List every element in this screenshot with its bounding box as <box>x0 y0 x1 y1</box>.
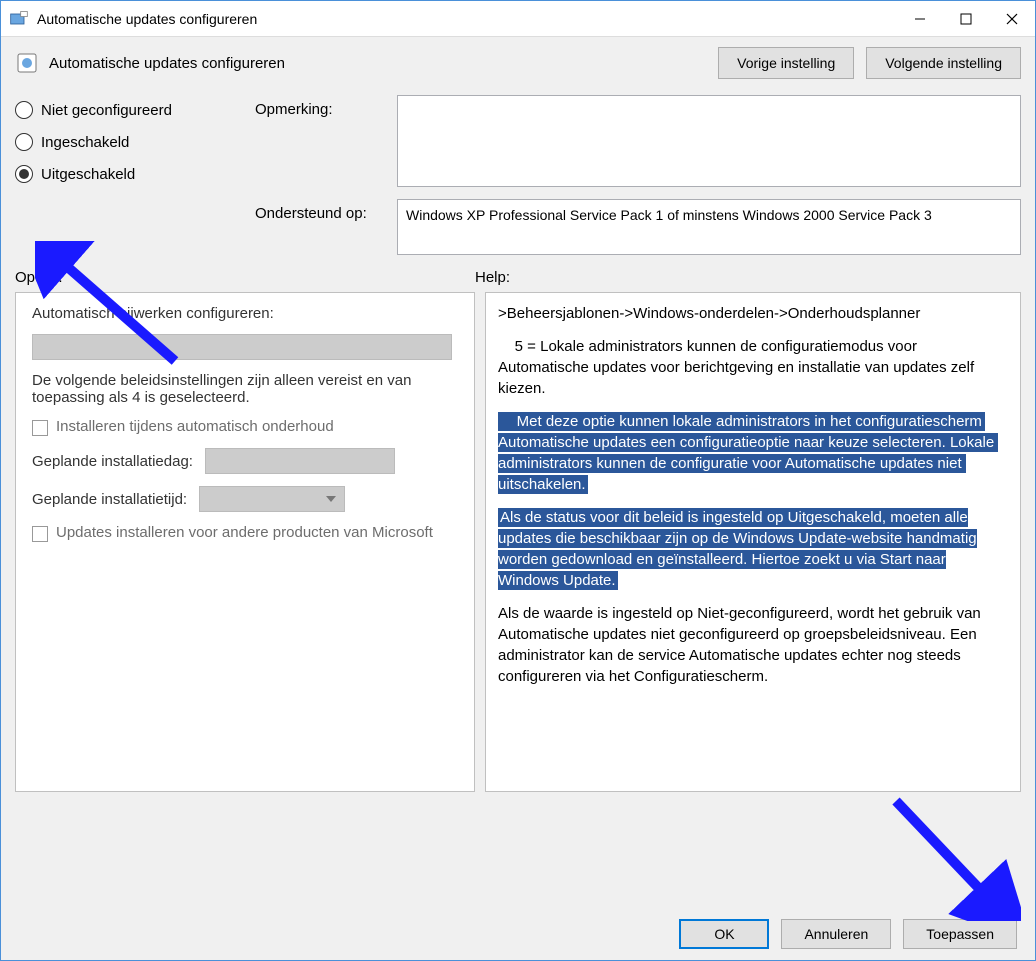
maximize-button[interactable] <box>943 3 989 35</box>
help-panel[interactable]: >Beheersjablonen->Windows-onderdelen->On… <box>485 292 1021 792</box>
help-para-5: 5 = Lokale administrators kunnen de conf… <box>498 336 1008 399</box>
supported-on-box: Windows XP Professional Service Pack 1 o… <box>397 199 1021 255</box>
radio-label: Ingeschakeld <box>41 134 129 151</box>
scheduled-day-select <box>205 448 395 474</box>
previous-setting-button[interactable]: Vorige instelling <box>718 47 854 79</box>
help-highlighted-1[interactable]: Met deze optie kunnen lokale administrat… <box>498 412 998 494</box>
radio-label: Uitgeschakeld <box>41 166 135 183</box>
help-breadcrumb: >Beheersjablonen->Windows-onderdelen->On… <box>498 303 1008 324</box>
other-products-checkbox: Updates installeren voor andere producte… <box>32 524 458 542</box>
configure-updates-select <box>32 334 452 360</box>
help-para-last: Als de waarde is ingesteld op Niet-gecon… <box>498 603 1008 687</box>
radio-enabled[interactable]: Ingeschakeld <box>15 133 255 151</box>
close-button[interactable] <box>989 3 1035 35</box>
help-section-label: Help: <box>475 269 510 286</box>
radio-not-configured[interactable]: Niet geconfigureerd <box>15 101 255 119</box>
checkbox-label: Installeren tijdens automatisch onderhou… <box>56 418 334 435</box>
options-panel[interactable]: Automatisch bijwerken configureren: De v… <box>15 292 475 792</box>
window-title: Automatische updates configureren <box>37 11 897 27</box>
next-setting-button[interactable]: Volgende instelling <box>866 47 1021 79</box>
options-section-label: Opties: <box>15 269 475 286</box>
cancel-button[interactable]: Annuleren <box>781 919 891 949</box>
radio-icon <box>15 101 33 119</box>
supported-on-text: Windows XP Professional Service Pack 1 o… <box>406 206 1012 225</box>
options-note: De volgende beleidsinstellingen zijn all… <box>32 372 458 406</box>
apply-button[interactable]: Toepassen <box>903 919 1017 949</box>
checkbox-icon <box>32 420 48 436</box>
titlebar: Automatische updates configureren <box>1 1 1035 37</box>
radio-disabled[interactable]: Uitgeschakeld <box>15 165 255 183</box>
comment-label: Opmerking: <box>255 95 385 118</box>
scheduled-time-label: Geplande installatietijd: <box>32 491 187 508</box>
configure-updates-label: Automatisch bijwerken configureren: <box>32 305 458 322</box>
install-during-maintenance-checkbox: Installeren tijdens automatisch onderhou… <box>32 418 458 436</box>
comment-textarea[interactable] <box>397 95 1021 187</box>
radio-icon <box>15 133 33 151</box>
scheduled-time-select <box>199 486 345 512</box>
gpedit-policy-window: Automatische updates configureren Automa… <box>0 0 1036 961</box>
ok-button[interactable]: OK <box>679 919 769 949</box>
policy-icon <box>15 51 39 75</box>
policy-title: Automatische updates configureren <box>49 55 285 72</box>
scheduled-day-label: Geplande installatiedag: <box>32 453 193 470</box>
radio-label: Niet geconfigureerd <box>41 102 172 119</box>
supported-label: Ondersteund op: <box>255 199 385 222</box>
radio-icon <box>15 165 33 183</box>
dialog-footer: OK Annuleren Toepassen <box>1 908 1035 960</box>
app-icon <box>9 9 29 29</box>
checkbox-icon <box>32 526 48 542</box>
checkbox-label: Updates installeren voor andere producte… <box>56 524 433 541</box>
help-highlighted-2[interactable]: Als de status voor dit beleid is ingeste… <box>498 508 977 590</box>
minimize-button[interactable] <box>897 3 943 35</box>
